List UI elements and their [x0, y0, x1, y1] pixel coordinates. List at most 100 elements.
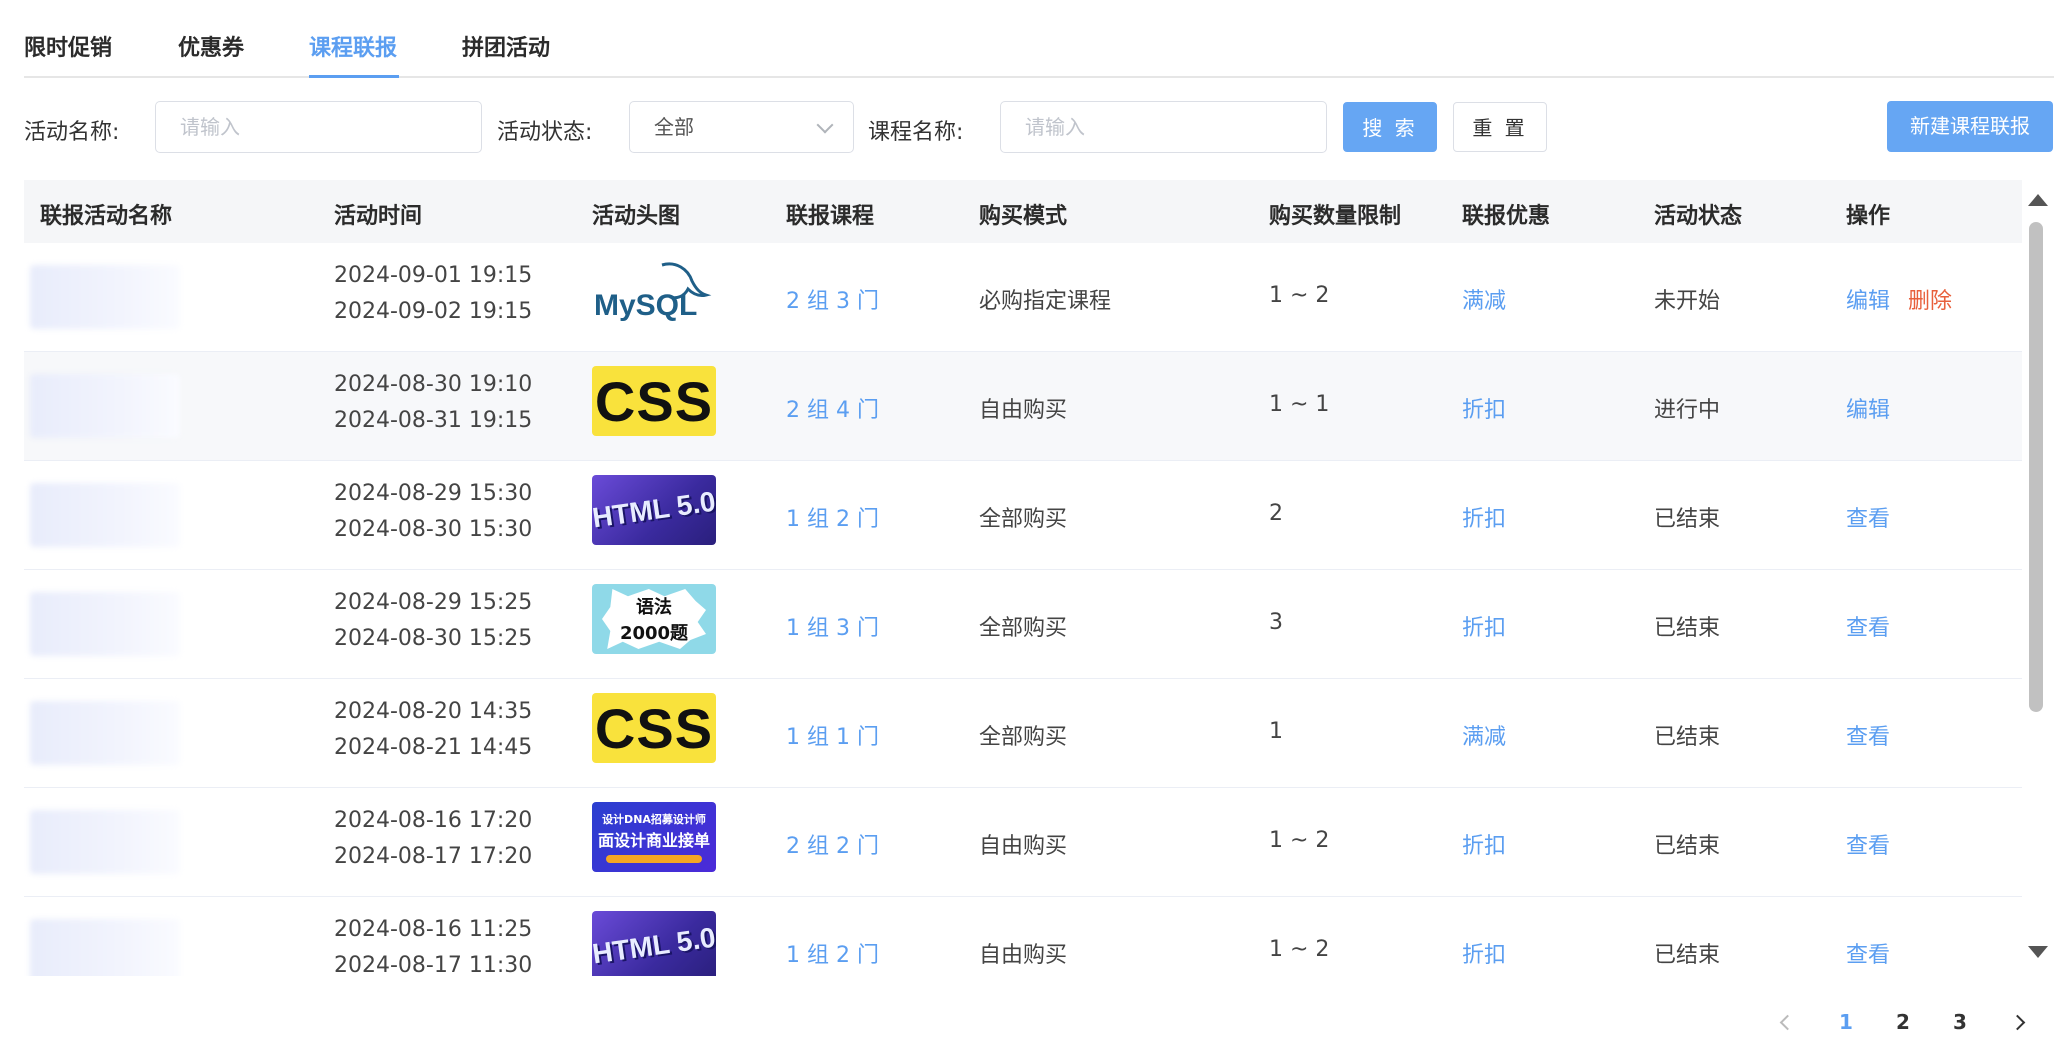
bundle-courses-link[interactable]: 1 组 3 门 [786, 610, 879, 642]
scroll-up-arrow-icon[interactable] [2028, 194, 2048, 206]
view-button[interactable]: 查看 [1846, 828, 1890, 860]
view-button[interactable]: 查看 [1846, 501, 1890, 533]
purchase-limit: 1 [1269, 719, 1283, 744]
purchase-limit: 2 [1269, 501, 1283, 526]
view-button[interactable]: 查看 [1846, 937, 1890, 969]
reset-button[interactable]: 重 置 [1453, 102, 1547, 152]
grammar-text-line2: 2000题 [619, 623, 689, 644]
activity-status: 已结束 [1654, 943, 1721, 968]
bundle-courses-link[interactable]: 2 组 3 门 [786, 283, 879, 315]
start-time: 2024-08-20 14:35 [334, 699, 533, 724]
table-row: 2024-08-16 17:20 2024-08-17 17:20 设计DNA招募设… [24, 788, 2022, 897]
discount-link[interactable]: 折扣 [1462, 501, 1506, 533]
tab-coupon[interactable]: 优惠券 [178, 30, 244, 62]
page-1[interactable]: 1 [1839, 1010, 1853, 1034]
page-3[interactable]: 3 [1953, 1010, 1967, 1034]
purchase-limit: 1 ~ 2 [1269, 283, 1330, 308]
design-text-line1: 设计DNA招募设计师 [602, 813, 706, 826]
search-button[interactable]: 搜 索 [1343, 102, 1437, 152]
activity-name-blurred [30, 483, 180, 547]
purchase-limit: 3 [1269, 610, 1283, 635]
activity-name-blurred [30, 919, 180, 976]
tab-group-buy[interactable]: 拼团活动 [462, 30, 550, 62]
design-banner-strip [606, 855, 702, 863]
discount-link[interactable]: 折扣 [1462, 610, 1506, 642]
purchase-mode: 全部购买 [979, 725, 1068, 750]
grammar-text-line1: 语法 [636, 597, 672, 618]
cover-image-css: CSS [592, 366, 716, 436]
col-header-time: 活动时间 [334, 204, 423, 229]
activity-status: 已结束 [1654, 834, 1721, 859]
end-time: 2024-08-31 19:15 [334, 408, 533, 433]
page-2[interactable]: 2 [1896, 1010, 1910, 1034]
delete-button[interactable]: 删除 [1908, 283, 1952, 315]
edit-button[interactable]: 编辑 [1846, 392, 1890, 424]
table-row: 2024-09-01 19:15 2024-09-02 19:15 MySQL 2 组… [24, 243, 2022, 352]
start-time: 2024-08-29 15:25 [334, 590, 533, 615]
purchase-limit: 1 ~ 2 [1269, 937, 1330, 962]
discount-link[interactable]: 折扣 [1462, 937, 1506, 969]
chevron-down-icon [816, 116, 834, 134]
purchase-mode: 全部购买 [979, 616, 1068, 641]
purchase-mode: 自由购买 [979, 398, 1068, 423]
activity-name-blurred [30, 701, 180, 765]
app-root: 限时促销 优惠券 课程联报 拼团活动 活动名称: 请输入 活动状态: 全部 课程… [0, 0, 2066, 1042]
view-button[interactable]: 查看 [1846, 719, 1890, 751]
end-time: 2024-08-17 17:20 [334, 844, 533, 869]
bundle-courses-link[interactable]: 1 组 2 门 [786, 937, 879, 969]
end-time: 2024-08-21 14:45 [334, 735, 533, 760]
purchase-mode: 全部购买 [979, 507, 1068, 532]
bundle-courses-link[interactable]: 2 组 2 门 [786, 828, 879, 860]
cover-image-css: CSS [592, 693, 716, 763]
discount-link[interactable]: 折扣 [1462, 828, 1506, 860]
cover-image-html5: HTML 5.0 [592, 911, 716, 976]
table-row: 2024-08-29 15:30 2024-08-30 15:30 HTML 5.0… [24, 461, 2022, 570]
bundle-courses-link[interactable]: 2 组 4 门 [786, 392, 879, 424]
scrollbar-thumb[interactable] [2029, 222, 2043, 712]
scroll-down-arrow-icon[interactable] [2028, 946, 2048, 958]
tab-bar: 限时促销 优惠券 课程联报 拼团活动 [24, 0, 2054, 78]
new-course-bundle-button[interactable]: 新建课程联报 [1887, 101, 2053, 152]
css-logo-text: CSS [594, 369, 714, 433]
status-label: 活动状态: [497, 120, 593, 145]
activity-name-label: 活动名称: [24, 120, 120, 145]
purchase-mode: 自由购买 [979, 834, 1068, 859]
discount-link[interactable]: 满减 [1462, 719, 1506, 751]
activity-status: 未开始 [1654, 289, 1721, 314]
end-time: 2024-08-30 15:30 [334, 517, 533, 542]
start-time: 2024-08-16 11:25 [334, 917, 533, 942]
start-time: 2024-09-01 19:15 [334, 263, 533, 288]
discount-link[interactable]: 折扣 [1462, 392, 1506, 424]
bundle-courses-link[interactable]: 1 组 2 门 [786, 501, 879, 533]
edit-button[interactable]: 编辑 [1846, 283, 1890, 315]
activity-status: 已结束 [1654, 507, 1721, 532]
activity-name-input[interactable]: 请输入 [155, 101, 482, 153]
status-select[interactable]: 全部 [629, 101, 854, 153]
cover-image-design: 设计DNA招募设计师 面设计商业接单 [592, 802, 716, 872]
bundle-table: 联报活动名称 活动时间 活动头图 联报课程 购买模式 购买数量限制 联报优惠 活… [24, 180, 2022, 976]
activity-name-blurred [30, 592, 180, 656]
status-select-value: 全部 [654, 115, 694, 139]
view-button[interactable]: 查看 [1846, 610, 1890, 642]
html5-logo-text: HTML 5.0 [592, 921, 716, 970]
end-time: 2024-08-17 11:30 [334, 953, 533, 976]
activity-status: 已结束 [1654, 616, 1721, 641]
tab-course-bundle[interactable]: 课程联报 [309, 30, 397, 62]
cover-image-html5: HTML 5.0 [592, 475, 716, 545]
course-name-label: 课程名称: [868, 120, 964, 145]
discount-link[interactable]: 满减 [1462, 283, 1506, 315]
bundle-courses-link[interactable]: 1 组 1 门 [786, 719, 879, 751]
activity-name-blurred [30, 265, 180, 329]
table-row: 2024-08-16 11:25 2024-08-17 11:30 HTML 5.0… [24, 897, 2022, 976]
html5-logo-text: HTML 5.0 [592, 485, 716, 534]
col-header-name: 联报活动名称 [40, 204, 173, 229]
tab-flash-sale[interactable]: 限时促销 [24, 30, 112, 62]
course-name-input[interactable]: 请输入 [1000, 101, 1327, 153]
mysql-logo-text: MySQL [594, 289, 697, 322]
prev-page-icon[interactable] [1779, 1014, 1796, 1031]
table-scrollbar[interactable] [2024, 188, 2052, 968]
cover-image-mysql: MySQL [592, 257, 716, 327]
start-time: 2024-08-16 17:20 [334, 808, 533, 833]
next-page-icon[interactable] [2009, 1014, 2026, 1031]
table-row: 2024-08-29 15:25 2024-08-30 15:25 语法 2000题 1… [24, 570, 2022, 679]
